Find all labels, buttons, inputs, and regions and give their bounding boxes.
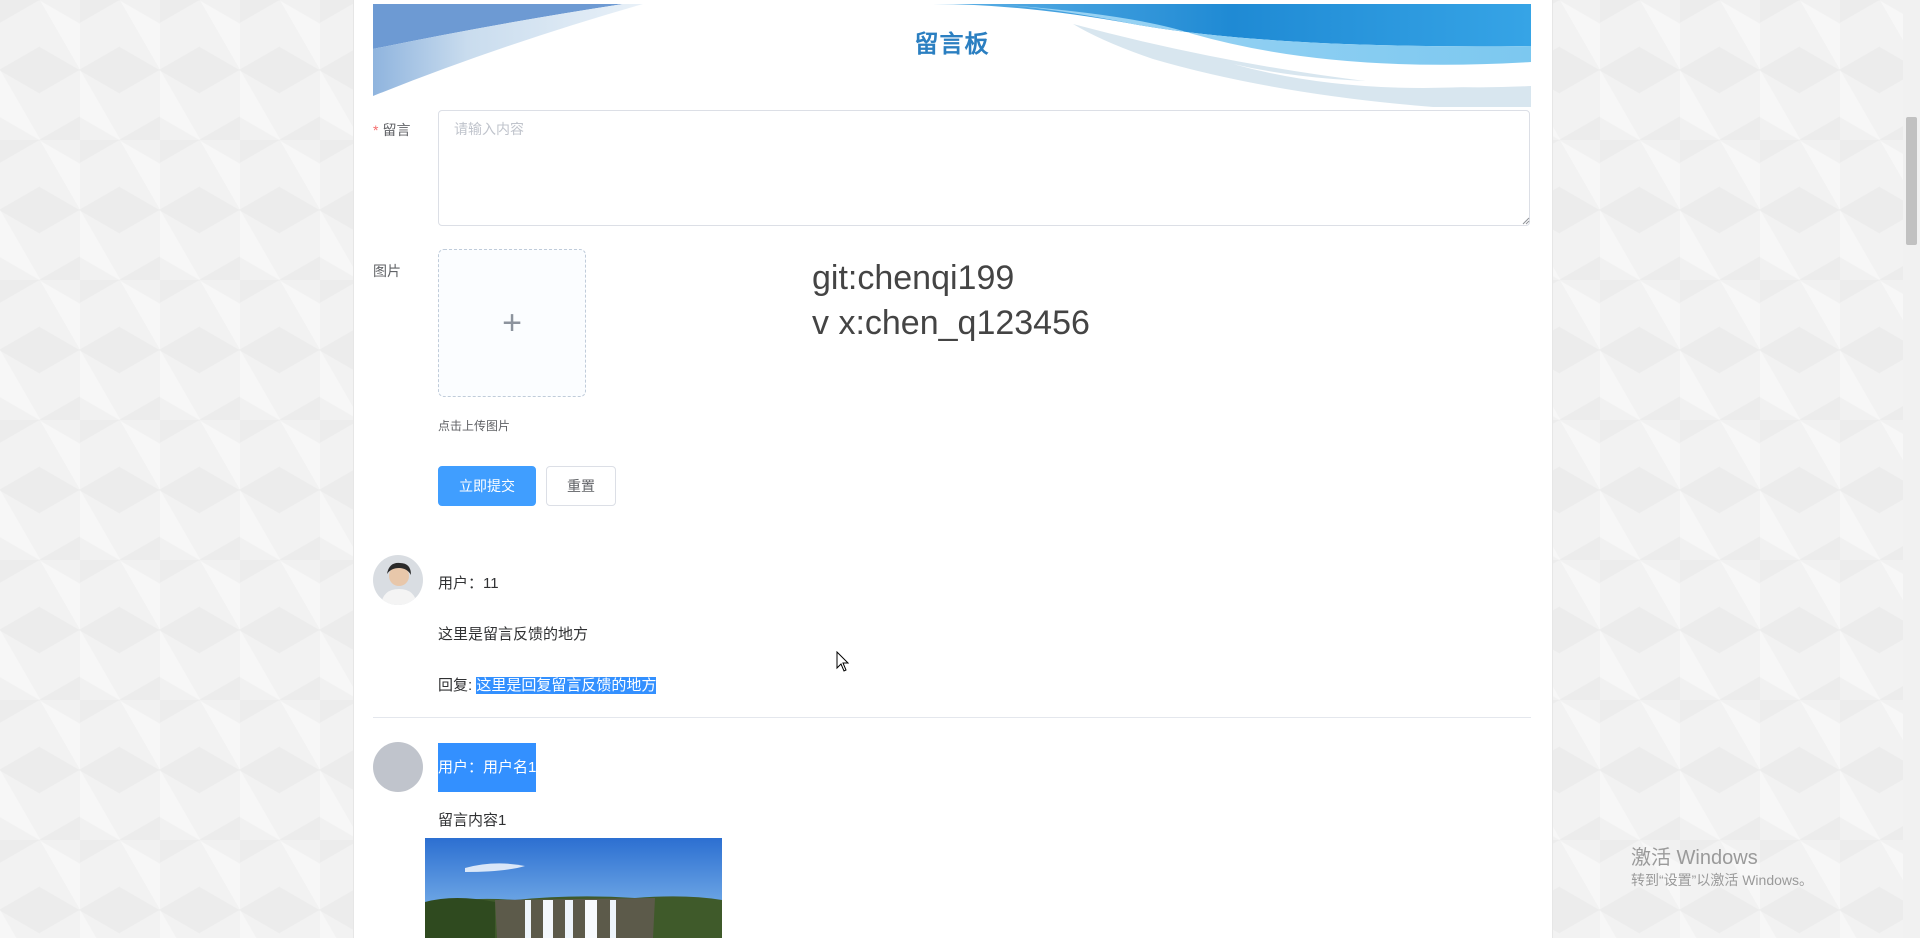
comment-content: 这里是留言反馈的地方 bbox=[438, 626, 589, 643]
page-title: 留言板 bbox=[914, 31, 990, 58]
scrollbar[interactable] bbox=[1903, 0, 1920, 938]
watermark-line1: 激活 Windows bbox=[1631, 847, 1758, 869]
avatar bbox=[373, 555, 423, 605]
message-label-text: 留言 bbox=[382, 122, 411, 138]
comment-divider bbox=[373, 717, 1531, 718]
comment-reply: 回复: 这里是回复留言反馈的地方 bbox=[438, 674, 657, 695]
contact-git: git:chenqi199 bbox=[812, 259, 1015, 297]
reply-text: 这里是回复留言反馈的地方 bbox=[476, 677, 657, 694]
image-upload-box[interactable]: + bbox=[438, 249, 586, 397]
user-photo-avatar bbox=[373, 555, 423, 605]
banner: 留言板 bbox=[373, 4, 1531, 107]
message-label: * 留言 bbox=[373, 120, 410, 140]
mouse-cursor-icon bbox=[836, 651, 850, 672]
scrollbar-thumb[interactable] bbox=[1906, 117, 1917, 245]
comment-content: 留言内容1 bbox=[438, 812, 507, 829]
submit-button[interactable]: 立即提交 bbox=[438, 466, 536, 506]
resize-grip-icon[interactable] bbox=[1522, 217, 1530, 225]
comment-user: 用户：用户名1 bbox=[438, 743, 537, 792]
image-label: 图片 bbox=[373, 263, 401, 279]
reply-prefix: 回复: bbox=[438, 677, 473, 694]
reset-button[interactable]: 重置 bbox=[546, 466, 616, 506]
watermark-line2: 转到“设置”以激活 Windows。 bbox=[1631, 872, 1814, 888]
upload-tip: 点击上传图片 bbox=[438, 419, 511, 433]
contact-wechat: v x:chen_q123456 bbox=[812, 304, 1090, 342]
waterfall-image bbox=[425, 838, 722, 938]
contact-info: git:chenqi199 v x:chen_q123456 bbox=[812, 256, 1090, 346]
main-content: 留言板 *留言 图片 + 点击上传图片 git:chenqi199 v x:ch… bbox=[353, 0, 1553, 938]
windows-activation-watermark: 激活 Windows 转到“设置”以激活 Windows。 bbox=[1631, 846, 1813, 890]
message-input[interactable] bbox=[438, 110, 1530, 226]
comment-user: 用户：11 bbox=[438, 575, 499, 592]
required-mark: * bbox=[373, 122, 379, 138]
plus-icon: + bbox=[502, 304, 522, 342]
comment-image bbox=[425, 838, 722, 938]
avatar-placeholder bbox=[373, 742, 423, 792]
